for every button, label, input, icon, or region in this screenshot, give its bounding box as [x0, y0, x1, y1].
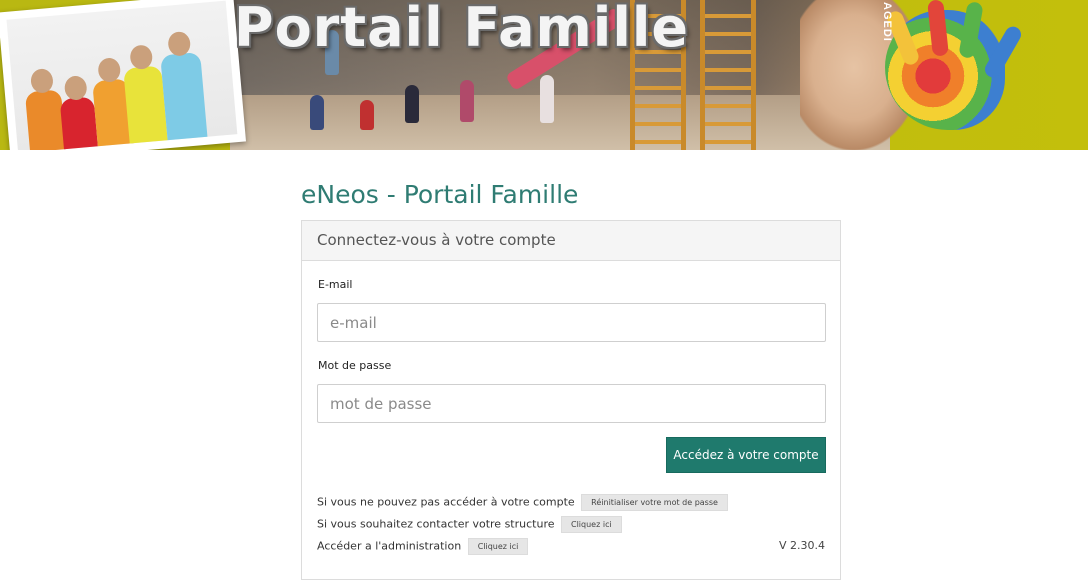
- password-label: Mot de passe: [318, 359, 392, 372]
- page-title: eNeos - Portail Famille: [301, 180, 579, 209]
- contact-help-line: Si vous souhaitez contacter votre struct…: [317, 516, 622, 533]
- email-field[interactable]: [317, 303, 826, 342]
- email-label: E-mail: [318, 278, 353, 291]
- brand-logo-text: AGEDI: [881, 2, 893, 42]
- banner-title: Portail Famille: [234, 0, 689, 59]
- reset-help-line: Si vous ne pouvez pas accéder à votre co…: [317, 494, 728, 511]
- password-field[interactable]: [317, 384, 826, 423]
- reset-help-text: Si vous ne pouvez pas accéder à votre co…: [317, 495, 575, 509]
- login-submit-button[interactable]: Accédez à votre compte: [666, 437, 826, 473]
- login-panel-heading: Connectez-vous à votre compte: [302, 221, 840, 261]
- version-label: V 2.30.4: [778, 539, 825, 552]
- reset-password-button[interactable]: Réinitialiser votre mot de passe: [581, 494, 728, 511]
- contact-help-text: Si vous souhaitez contacter votre struct…: [317, 517, 555, 531]
- admin-help-text: Accéder a l'administration: [317, 539, 462, 553]
- admin-help-line: Accéder a l'administration Cliquez ici: [317, 538, 529, 555]
- header-banner: Portail Famille AGEDI: [0, 0, 1088, 150]
- login-panel: Connectez-vous à votre compte E-mail Mot…: [301, 220, 841, 580]
- children-photo-card: [0, 0, 246, 150]
- admin-access-button[interactable]: Cliquez ici: [467, 538, 529, 555]
- contact-structure-button[interactable]: Cliquez ici: [561, 516, 622, 533]
